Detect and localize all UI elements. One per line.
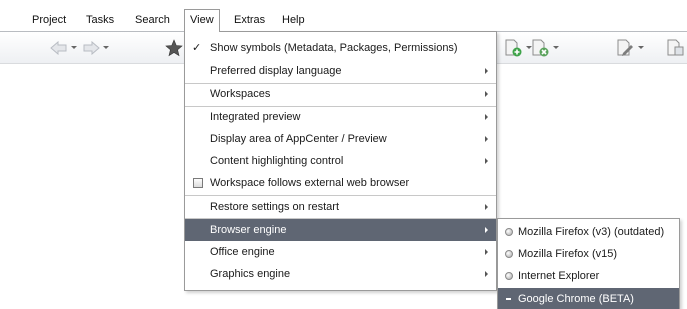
menu-project[interactable]: Project [27, 11, 71, 30]
document-edit-icon [617, 39, 633, 56]
menu-item-label: Browser engine [210, 224, 287, 236]
edit-document-button[interactable] [615, 32, 644, 63]
menu-bar: Project Tasks Search View Extras Help [0, 0, 687, 32]
submenu-arrow-icon [485, 204, 488, 210]
submenu-item-firefox-v15[interactable]: Mozilla Firefox (v15) [498, 243, 679, 265]
browser-engine-submenu: Mozilla Firefox (v3) (outdated) Mozilla … [497, 218, 680, 309]
radio-icon [505, 250, 513, 258]
favorites-button[interactable] [165, 32, 183, 63]
menu-item-restore-settings[interactable]: Restore settings on restart [185, 196, 496, 218]
menu-item-preferred-language[interactable]: Preferred display language [185, 60, 496, 82]
document-add-icon [505, 39, 522, 56]
submenu-arrow-icon [485, 114, 488, 120]
checkmark-icon: ✓ [192, 42, 202, 54]
checkbox-icon [193, 178, 203, 188]
back-button[interactable] [50, 32, 77, 63]
submenu-item-firefox-v3[interactable]: Mozilla Firefox (v3) (outdated) [498, 221, 679, 243]
submenu-item-label: Mozilla Firefox (v3) (outdated) [518, 226, 665, 238]
submenu-arrow-icon [485, 249, 488, 255]
menu-item-label: Graphics engine [210, 268, 291, 280]
menu-item-label: Workspaces [210, 88, 271, 100]
submenu-item-internet-explorer[interactable]: Internet Explorer [498, 265, 679, 287]
menu-item-label: Workspace follows external web browser [210, 177, 410, 189]
submenu-item-label: Mozilla Firefox (v15) [518, 248, 618, 260]
submenu-item-label: Google Chrome (BETA) [518, 293, 634, 305]
view-menu: ✓ Show symbols (Metadata, Packages, Perm… [184, 31, 497, 291]
submenu-arrow-icon [485, 271, 488, 277]
back-arrow-icon [50, 40, 67, 55]
submenu-item-google-chrome[interactable]: Google Chrome (BETA) [498, 288, 679, 309]
submenu-arrow-icon [485, 158, 488, 164]
radio-icon [505, 272, 513, 280]
menu-item-label: Integrated preview [210, 111, 301, 123]
radio-icon [505, 228, 513, 236]
menu-item-workspaces[interactable]: Workspaces [185, 83, 496, 105]
menu-item-label: Preferred display language [210, 65, 342, 77]
menu-item-content-highlighting[interactable]: Content highlighting control [185, 150, 496, 172]
document-share-icon [667, 39, 684, 55]
menu-extras[interactable]: Extras [229, 11, 270, 30]
menu-item-show-symbols[interactable]: ✓ Show symbols (Metadata, Packages, Perm… [185, 37, 496, 59]
submenu-arrow-icon [485, 136, 488, 142]
menu-help[interactable]: Help [277, 11, 310, 30]
submenu-arrow-icon [485, 68, 488, 74]
share-document-button[interactable] [665, 32, 685, 63]
menu-item-workspace-follows-browser[interactable]: Workspace follows external web browser [185, 172, 496, 194]
menu-tasks[interactable]: Tasks [81, 11, 119, 30]
forward-button[interactable] [82, 32, 109, 63]
menu-item-label: Office engine [210, 246, 275, 258]
menu-item-label: Display area of AppCenter / Preview [210, 133, 387, 145]
submenu-arrow-icon [485, 91, 488, 97]
menu-item-label: Show symbols (Metadata, Packages, Permis… [210, 42, 458, 54]
forward-arrow-icon [83, 40, 100, 55]
selected-indicator-icon [506, 298, 511, 300]
menu-view[interactable]: View [184, 9, 220, 32]
menu-item-label: Restore settings on restart [210, 201, 340, 213]
menu-item-label: Content highlighting control [210, 155, 344, 167]
submenu-arrow-icon [485, 227, 488, 233]
menu-item-graphics-engine[interactable]: Graphics engine [185, 263, 496, 285]
menu-item-browser-engine[interactable]: Browser engine [185, 219, 496, 241]
menu-item-office-engine[interactable]: Office engine [185, 241, 496, 263]
document-remove-icon [532, 39, 549, 56]
menu-search[interactable]: Search [130, 11, 175, 30]
remove-document-button[interactable] [530, 32, 559, 63]
menu-item-integrated-preview[interactable]: Integrated preview [185, 106, 496, 128]
add-document-button[interactable] [503, 32, 532, 63]
menu-item-display-area[interactable]: Display area of AppCenter / Preview [185, 128, 496, 150]
submenu-item-label: Internet Explorer [518, 270, 600, 282]
star-icon [165, 38, 183, 56]
